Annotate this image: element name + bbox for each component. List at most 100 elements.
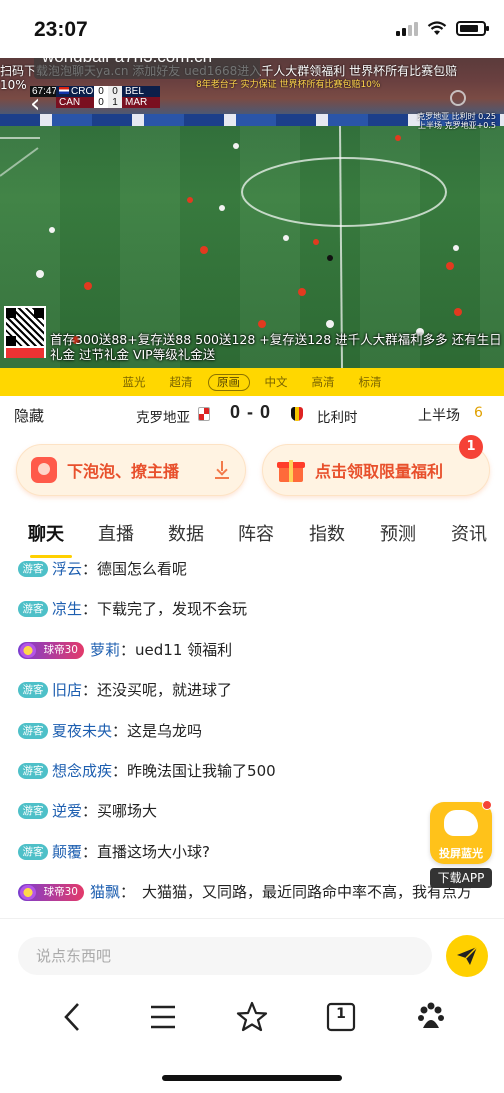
quality-option[interactable]: 高清 (300, 374, 347, 390)
tab-live[interactable]: 直播 (98, 520, 134, 546)
chat-text: 买哪场大 (97, 802, 158, 820)
vip-badge: 球帝30 (18, 884, 84, 901)
guest-badge: 游客 (18, 763, 48, 779)
status-icons (396, 20, 489, 36)
chat-input-bar (0, 918, 504, 992)
bookmark-button[interactable] (235, 1000, 269, 1034)
send-icon (457, 946, 478, 965)
chat-text: 这是乌龙吗 (127, 722, 203, 740)
guest-badge: 游客 (18, 561, 48, 577)
baidu-button[interactable] (414, 1000, 448, 1034)
claim-welfare-button[interactable]: 点击领取限量福利 (262, 444, 490, 496)
quality-bar: 蓝光 超清 原画 中文 高清 标清 (0, 368, 504, 396)
quality-option[interactable]: 蓝光 (111, 374, 158, 390)
send-button[interactable] (446, 935, 488, 977)
back-arrow-icon[interactable]: ‹ (30, 91, 40, 117)
chevron-left-icon (64, 1003, 79, 1031)
home-indicator (162, 1075, 342, 1081)
chat-text: ued11 领福利 (135, 641, 233, 659)
vip-badge: 球帝30 (18, 642, 84, 659)
notification-badge: 1 (459, 435, 483, 459)
gift-icon (277, 457, 305, 483)
chat-input[interactable] (18, 937, 432, 975)
match-period: 上半场 (418, 408, 460, 424)
content-tabs: 聊天 直播 数据 阵容 指数 预测 资讯 (0, 512, 504, 552)
chat-username[interactable]: 萝莉 (90, 641, 120, 659)
battery-icon (456, 20, 489, 36)
guest-badge: 游客 (18, 601, 48, 617)
download-app-button[interactable]: 下泡泡、撩主播 (16, 444, 246, 496)
quality-option-selected[interactable]: 原画 (207, 373, 250, 391)
croatia-flag-icon (198, 407, 210, 421)
chat-username[interactable]: 想念成疾 (52, 762, 112, 780)
guest-badge: 游客 (18, 723, 48, 739)
chat-username[interactable]: 猫飘 (90, 883, 120, 901)
chat-text: 下载完了，发现不会玩 (97, 600, 248, 618)
chat-message: 游客 颠覆：直播这场大小球? (18, 841, 210, 863)
red-dot-badge (482, 800, 492, 810)
chat-text: 昨晚法国让我输了500 (127, 762, 276, 780)
tabs-button[interactable]: 1 (324, 1000, 358, 1034)
quality-option[interactable]: 超清 (158, 374, 205, 390)
tab-lineup[interactable]: 阵容 (238, 520, 274, 546)
match-score: 0 - 0 (230, 402, 272, 422)
chat-username[interactable]: 逆爱 (52, 802, 82, 820)
signal-icon (396, 20, 418, 36)
chat-username[interactable]: 夏夜未央 (52, 722, 112, 740)
claim-welfare-label: 点击领取限量福利 (315, 462, 444, 481)
ad-right-text: 克罗地亚 比利时 0.25 上半场 克罗地亚+0.5 (417, 112, 496, 130)
menu-button[interactable] (146, 1000, 180, 1034)
chat-text: 直播这场大小球? (97, 843, 210, 861)
menu-icon (151, 1005, 175, 1029)
chat-message: 游客 凉生：下载完了，发现不会玩 (18, 598, 247, 620)
back-button[interactable] (56, 1000, 90, 1034)
url-banner: worldball-a7h3.com.cn (34, 58, 260, 79)
away-team: 比利时 (317, 410, 358, 426)
quality-option[interactable]: 标清 (347, 374, 394, 390)
home-team: 克罗地亚 (136, 410, 190, 426)
tab-prediction[interactable]: 预测 (380, 520, 416, 546)
chat-message: 游客 夏夜未央：这是乌龙吗 (18, 720, 202, 742)
match-period-number: 6 (474, 405, 483, 421)
tab-odds[interactable]: 指数 (309, 520, 345, 546)
chat-username[interactable]: 凉生 (52, 600, 82, 618)
hide-button[interactable]: 隐藏 (14, 405, 44, 426)
ad-yellow-text: 8年老台子 实力保证 世界杯所有比赛包赔10% (196, 80, 381, 90)
chat-message: 游客 逆爱：买哪场大 (18, 800, 157, 822)
browser-toolbar: 1 (0, 992, 504, 1040)
chat-text: 德国怎么看呢 (97, 560, 188, 578)
chat-username[interactable]: 浮云 (52, 560, 82, 578)
chat-text: 还没买呢，就进球了 (97, 681, 233, 699)
chat-username[interactable]: 旧店 (52, 681, 82, 699)
chat-message: 球帝30 猫飘： 大猫猫，又同路，最近同路命中率不高，我有点方 (18, 881, 488, 918)
match-header: 隐藏 克罗地亚 0 - 0 比利时 上半场 6 (0, 396, 504, 432)
quality-option[interactable]: 中文 (253, 374, 300, 390)
app-logo-icon (31, 457, 57, 483)
tab-count: 1 (336, 1006, 346, 1022)
chat-message: 球帝30 萝莉：ued11 领福利 (18, 639, 232, 661)
floating-download-app[interactable]: 投屏蓝光 下载APP (430, 800, 494, 888)
tab-data[interactable]: 数据 (168, 520, 204, 546)
chat-list[interactable]: 游客 浮云：德国怎么看呢 游客 凉生：下载完了，发现不会玩 球帝30 萝莉：ued11… (0, 556, 504, 918)
download-app-label: 下泡泡、撩主播 (67, 462, 180, 481)
wifi-icon (427, 20, 447, 35)
marquee-bottom: 首存300送88+复存送88 500送128 +复存送128 进千人大群福利多多… (50, 332, 502, 362)
video-player[interactable]: 扫码下载泡泡聊天ya.cn 添加好友 ued1668进入千人大群领福利 世界杯所… (0, 58, 504, 368)
tv-scoreboard: 67:47 CRO 0 0 BEL CAN 0 1 MAR (30, 86, 180, 108)
qr-code (4, 306, 46, 358)
guest-badge: 游客 (18, 844, 48, 860)
belgium-flag-icon (291, 407, 303, 421)
tab-chat[interactable]: 聊天 (28, 520, 64, 546)
tab-news[interactable]: 资讯 (451, 520, 487, 546)
status-bar: 23:07 (0, 0, 504, 58)
download-app-label: 下载APP (430, 868, 492, 888)
chat-username[interactable]: 颠覆 (52, 843, 82, 861)
status-time: 23:07 (34, 18, 88, 41)
guest-badge: 游客 (18, 803, 48, 819)
guest-badge: 游客 (18, 682, 48, 698)
download-icon (215, 461, 229, 477)
fullscreen-icon[interactable] (450, 90, 466, 106)
chat-message: 游客 旧店：还没买呢，就进球了 (18, 679, 232, 701)
cast-app-icon: 投屏蓝光 (430, 802, 492, 864)
chat-message: 游客 想念成疾：昨晚法国让我输了500 (18, 760, 276, 782)
